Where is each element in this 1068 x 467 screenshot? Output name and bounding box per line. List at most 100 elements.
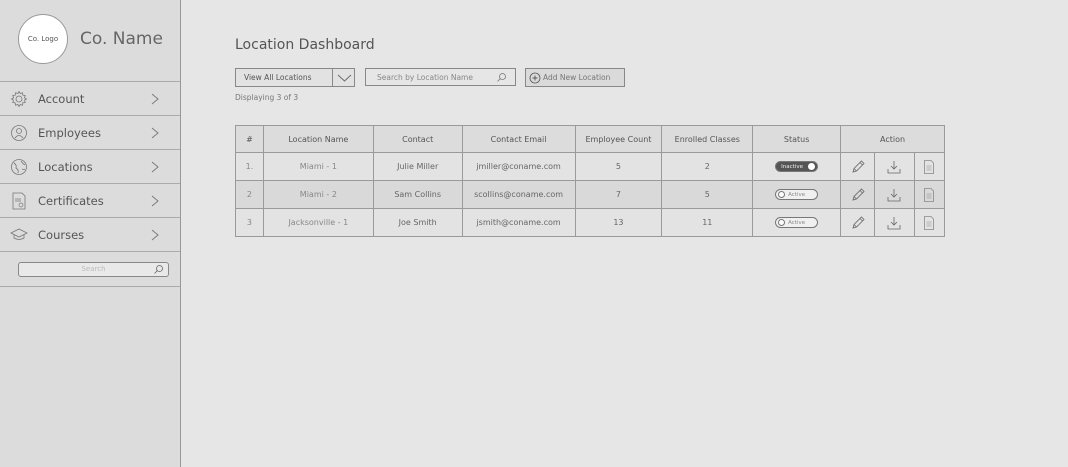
document-cell [913,208,946,237]
row-number: 1. [235,152,264,181]
status-toggle[interactable]: Inactive [775,161,819,172]
sidebar-item-label: Account [38,91,85,106]
pencil-icon[interactable] [850,159,866,175]
sidebar-item-label: Locations [38,159,93,174]
column-header[interactable]: Employee Count [574,125,663,153]
contact-name: Sam Collins [372,180,463,209]
status-cell: Inactive [752,152,842,181]
chevron-right-icon [151,229,159,241]
download-icon[interactable] [886,159,902,175]
sidebar-search-placeholder: Search [81,265,106,273]
column-header[interactable]: Status [752,125,842,153]
location-name: Miami - 2 [262,180,374,209]
dropdown-toggle[interactable] [332,69,355,86]
document-cell [913,180,946,209]
download-cell [874,180,915,209]
status-toggle-label: Active [788,192,806,198]
download-cell [874,152,915,181]
table-header-row: # Location Name Contact Contact Email Em… [235,125,945,153]
results-count: Displaying 3 of 3 [235,93,299,102]
column-header[interactable]: Location Name [262,125,374,153]
add-new-location-button[interactable]: Add New Location [525,68,625,87]
chevron-right-icon [151,93,159,105]
toggle-knob [778,219,786,226]
edit-cell [840,152,876,181]
certificate-icon [12,192,26,210]
enrolled-classes: 5 [661,180,754,209]
sidebar-search-section: Search [0,252,180,287]
pencil-icon[interactable] [850,215,866,231]
column-header[interactable]: Enrolled Classes [661,125,754,153]
search-icon[interactable] [496,72,507,83]
status-toggle[interactable]: Active [775,189,819,200]
globe-icon [11,159,27,175]
sidebar-item-locations[interactable]: Locations [0,150,180,184]
sidebar-item-courses[interactable]: Courses [0,218,180,252]
row-number: 3 [235,208,264,237]
sidebar-item-label: Certificates [38,193,104,208]
search-icon[interactable] [153,264,164,275]
location-name: Miami - 1 [262,152,374,181]
document-icon[interactable] [921,215,937,231]
contact-name: Julie Miller [372,152,463,181]
status-toggle-label: Active [788,220,806,226]
chevron-down-icon [337,74,352,82]
gear-icon [10,90,28,108]
column-header[interactable]: Contact [372,125,463,153]
plus-circle-icon [529,72,541,84]
row-number: 2 [235,180,264,209]
sidebar-item-employees[interactable]: Employees [0,116,180,150]
document-cell [913,152,946,181]
location-search-input[interactable]: Search by Location Name [365,68,516,86]
search-placeholder: Search by Location Name [377,73,473,82]
contact-email[interactable]: scollins@coname.com [461,180,576,209]
toggle-knob [808,163,816,170]
location-name: Jacksonville - 1 [262,208,374,237]
company-logo[interactable]: Co. Logo [18,14,68,64]
status-cell: Active [752,208,842,237]
download-icon[interactable] [886,215,902,231]
sidebar-item-label: Courses [38,227,85,242]
toggle-knob [778,191,786,198]
user-icon [11,125,27,141]
chevron-right-icon [151,161,159,173]
add-button-label: Add New Location [543,73,611,82]
status-cell: Active [752,180,842,209]
sidebar-search-input[interactable]: Search [18,262,169,277]
status-toggle[interactable]: Active [775,217,819,228]
sidebar-item-account[interactable]: Account [0,82,180,116]
chevron-right-icon [151,195,159,207]
edit-cell [840,208,876,237]
employee-count: 13 [574,208,663,237]
table-row[interactable]: 1. Miami - 1 Julie Miller jmiller@coname… [235,152,946,181]
sidebar: Co. Logo Co. Name Account Employees Loca… [0,0,181,467]
employee-count: 5 [574,152,663,181]
graduation-cap-icon [10,228,28,240]
contact-email[interactable]: jmiller@coname.com [461,152,576,181]
table-row[interactable]: 2 Miami - 2 Sam Collins scollins@coname.… [235,180,946,209]
document-icon[interactable] [921,187,937,203]
chevron-right-icon [151,127,159,139]
sidebar-item-label: Employees [38,125,101,140]
column-header: Action [840,125,945,153]
contact-name: Joe Smith [372,208,463,237]
sidebar-item-certificates[interactable]: Certificates [0,184,180,218]
contact-email[interactable]: jsmith@coname.com [461,208,576,237]
locations-table: # Location Name Contact Contact Email Em… [235,125,946,237]
edit-cell [840,180,876,209]
table-row[interactable]: 3 Jacksonville - 1 Joe Smith jsmith@cona… [235,208,946,237]
column-header[interactable]: Contact Email [461,125,576,153]
location-filter-select[interactable]: View All Locations [235,68,355,87]
pencil-icon[interactable] [850,187,866,203]
page-title: Location Dashboard [235,37,375,53]
enrolled-classes: 2 [661,152,754,181]
column-header: # [235,125,264,153]
document-icon[interactable] [921,159,937,175]
brand-header: Co. Logo Co. Name [0,0,180,82]
download-icon[interactable] [886,187,902,203]
enrolled-classes: 11 [661,208,754,237]
status-toggle-label: Inactive [781,164,803,170]
filter-select-value: View All Locations [244,73,312,82]
employee-count: 7 [574,180,663,209]
company-name: Co. Name [80,29,163,49]
